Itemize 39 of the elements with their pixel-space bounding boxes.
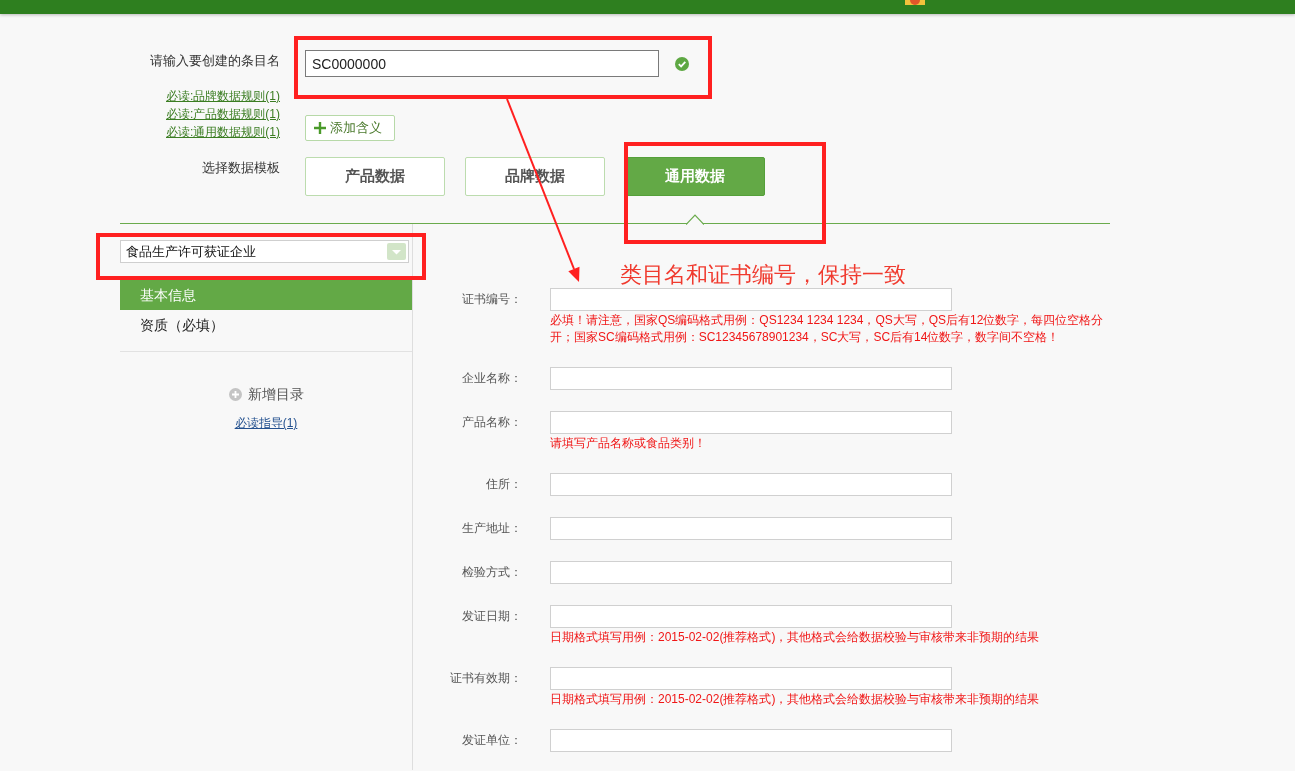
- field-label: 生产地址：: [461, 520, 522, 537]
- input-field[interactable]: [550, 473, 952, 496]
- input-field[interactable]: [550, 517, 952, 540]
- field-hint: 必填！请注意，国家QS编码格式用例：QS1234 1234 1234，QS大写，QS后有12位数字，每四位空格分开；国家SC编码格式用例：SC12345678901234，SC大写，SC后有14位数字，数字间不空格！: [550, 312, 1105, 346]
- add-meaning-button[interactable]: 添加含义: [305, 115, 395, 141]
- rule-link[interactable]: 必读:品牌数据规则(1): [166, 87, 280, 105]
- field-label: 发证日期：: [461, 608, 522, 625]
- input-field[interactable]: [550, 411, 952, 434]
- plus-icon: [314, 122, 326, 134]
- add-directory-button[interactable]: 新增目录: [228, 384, 304, 404]
- field-hint: 日期格式填写用例：2015-02-02(推荐格式)，其他格式会给数据校验与审核带来非预期的结果: [550, 691, 1041, 708]
- template-label: 选择数据模板: [202, 159, 280, 177]
- annotation-note: 类目名和证书编号，保持一致: [620, 262, 906, 288]
- guide-link[interactable]: 必读指导(1): [234, 414, 298, 432]
- emblem-icon: [905, 0, 925, 5]
- template-tab[interactable]: 产品数据: [305, 157, 445, 196]
- field-label: 证书有效期：: [449, 670, 522, 687]
- sidebar-item[interactable]: 资质（必填）: [120, 310, 412, 340]
- rule-link[interactable]: 必读:产品数据规则(1): [166, 105, 280, 123]
- entry-name-input[interactable]: SC0000000: [305, 50, 659, 77]
- plus-circle-icon: [228, 387, 242, 401]
- field-label: 企业名称：: [461, 370, 522, 387]
- input-field[interactable]: [550, 288, 952, 311]
- caret-icon: [387, 243, 406, 260]
- field-label: 发证单位：: [461, 732, 522, 749]
- field-label: 证书编号：: [461, 291, 522, 308]
- field-hint: 日期格式填写用例：2015-02-02(推荐格式)，其他格式会给数据校验与审核带来非预期的结果: [550, 629, 1041, 646]
- input-field[interactable]: [550, 729, 952, 752]
- field-label: 检验方式：: [461, 564, 522, 581]
- field-label: 产品名称：: [461, 414, 522, 431]
- input-field[interactable]: [550, 605, 952, 628]
- field-label: 住所：: [485, 476, 522, 493]
- entry-name-label: 请输入要创建的条目名: [150, 52, 280, 70]
- input-field[interactable]: [550, 667, 952, 690]
- rule-link[interactable]: 必读:通用数据规则(1): [166, 123, 280, 141]
- category-select[interactable]: 食品生产许可获证企业: [120, 240, 409, 263]
- input-field[interactable]: [550, 367, 952, 390]
- input-field[interactable]: [550, 561, 952, 584]
- field-hint: 请填写产品名称或食品类别！: [550, 435, 707, 452]
